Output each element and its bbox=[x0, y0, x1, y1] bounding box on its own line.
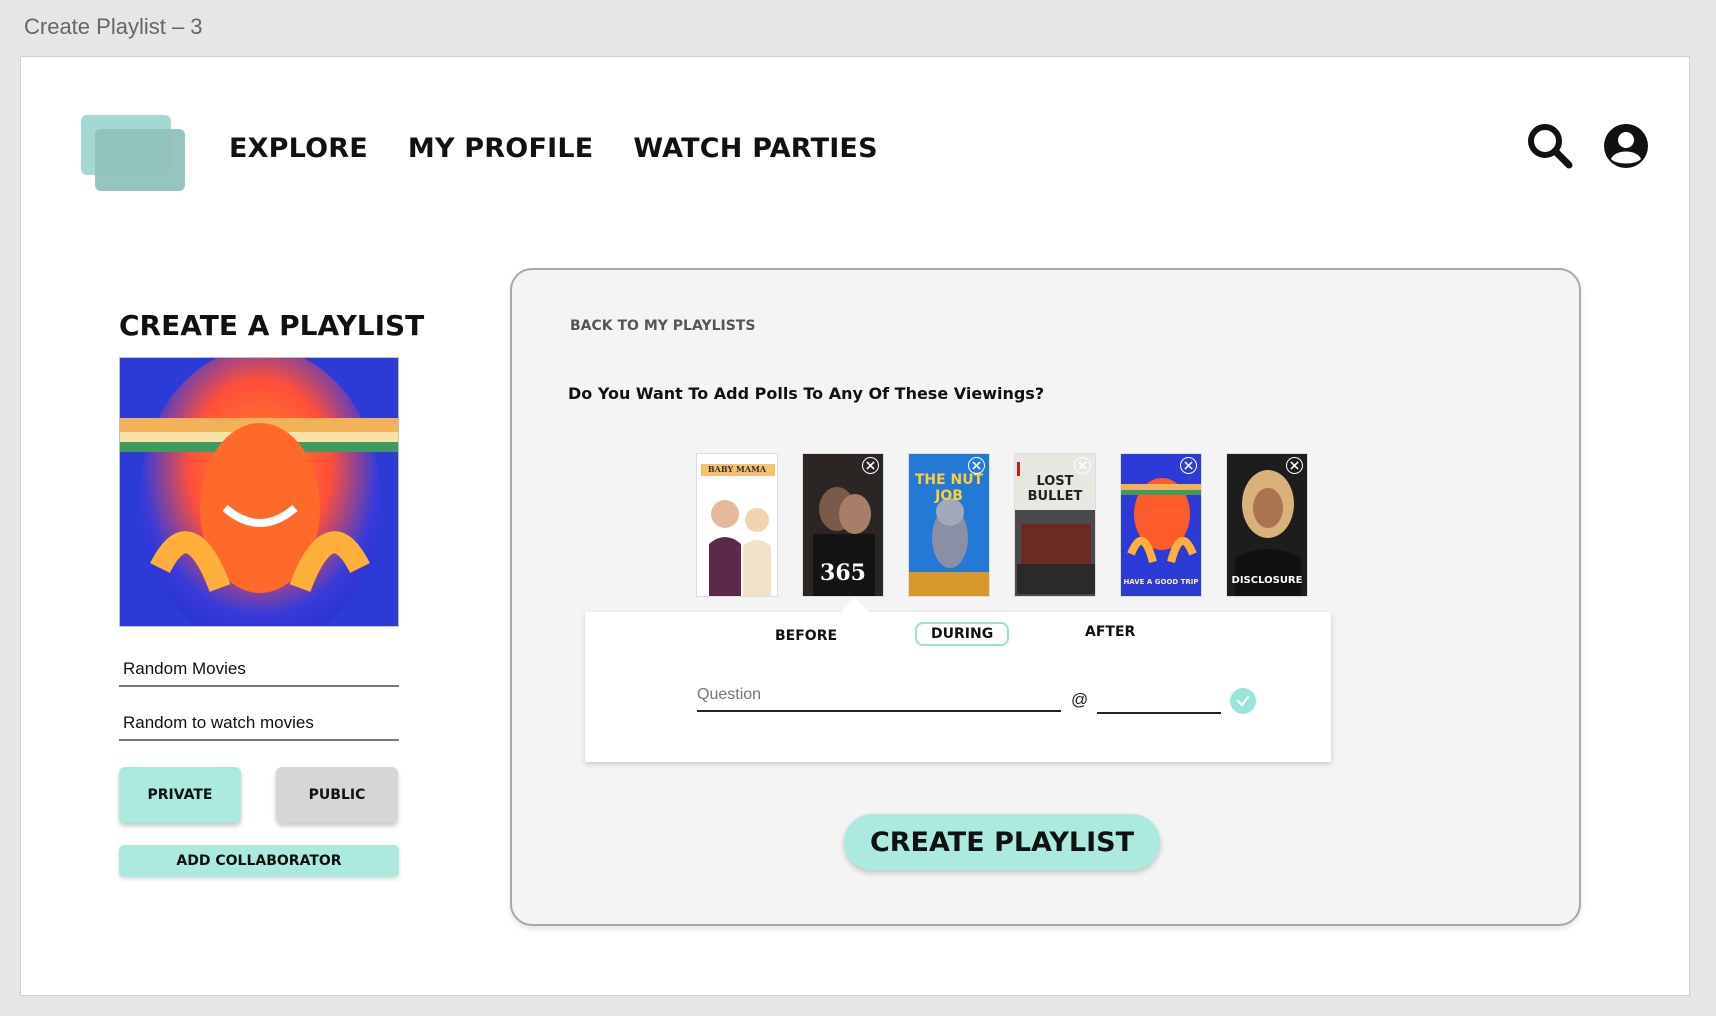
add-collaborator-button[interactable]: ADD COLLABORATOR bbox=[119, 845, 399, 877]
polls-prompt: Do You Want To Add Polls To Any Of These… bbox=[568, 384, 1045, 403]
poll-card: BEFORE DURING AFTER @ bbox=[585, 597, 1331, 762]
playlist-description-field[interactable] bbox=[119, 707, 399, 741]
poll-timestamp-field[interactable] bbox=[1097, 688, 1221, 714]
confirm-check-icon[interactable] bbox=[1230, 688, 1256, 714]
playlist-panel: BACK TO MY PLAYLISTS Do You Want To Add … bbox=[510, 268, 1581, 926]
main-nav: EXPLORE MY PROFILE WATCH PARTIES bbox=[229, 133, 878, 164]
nav-explore[interactable]: EXPLORE bbox=[229, 133, 368, 164]
artboard: EXPLORE MY PROFILE WATCH PARTIES CREATE … bbox=[20, 56, 1690, 996]
public-button[interactable]: PUBLIC bbox=[276, 767, 398, 823]
poll-question-input[interactable] bbox=[697, 686, 1061, 704]
tab-during[interactable]: DURING bbox=[915, 622, 1010, 646]
search-icon[interactable] bbox=[1525, 121, 1575, 171]
poster-365-days[interactable]: 365 bbox=[802, 453, 884, 597]
poster-title: HAVE A GOOD TRIP bbox=[1123, 578, 1199, 586]
account-icon[interactable] bbox=[1601, 121, 1651, 171]
playlist-name-input[interactable] bbox=[119, 653, 399, 685]
frame-title: Create Playlist – 3 bbox=[24, 14, 203, 39]
playlist-name-field[interactable] bbox=[119, 653, 399, 687]
nav-my-profile[interactable]: MY PROFILE bbox=[408, 133, 594, 164]
poll-timestamp-input[interactable] bbox=[1097, 688, 1221, 706]
remove-poster-icon[interactable] bbox=[862, 457, 879, 474]
remove-poster-icon[interactable] bbox=[1286, 457, 1303, 474]
remove-poster-icon[interactable] bbox=[1074, 457, 1091, 474]
poster-disclosure[interactable]: DISCLOSURE bbox=[1226, 453, 1308, 597]
tab-after[interactable]: AFTER bbox=[1071, 622, 1149, 642]
tab-before[interactable]: BEFORE bbox=[761, 626, 851, 646]
nav-watch-parties[interactable]: WATCH PARTIES bbox=[633, 133, 877, 164]
remove-poster-icon[interactable] bbox=[1180, 457, 1197, 474]
poster-title: BABY MAMA bbox=[707, 464, 767, 474]
poll-card-pointer bbox=[840, 597, 870, 627]
at-symbol: @ bbox=[1071, 690, 1089, 709]
playlist-cover-image[interactable] bbox=[119, 357, 399, 627]
poster-baby-mama[interactable]: BABY MAMA bbox=[696, 453, 778, 597]
poster-title: DISCLOSURE bbox=[1231, 575, 1303, 586]
private-button[interactable]: PRIVATE bbox=[119, 767, 241, 823]
playlist-description-input[interactable] bbox=[119, 707, 399, 739]
app-logo[interactable] bbox=[81, 115, 189, 193]
poll-question-field[interactable] bbox=[697, 686, 1061, 712]
back-to-playlists-link[interactable]: BACK TO MY PLAYLISTS bbox=[570, 318, 755, 334]
poster-have-a-good-trip[interactable]: HAVE A GOOD TRIP bbox=[1120, 453, 1202, 597]
poster-the-nut-job[interactable]: THE NUT JOB bbox=[908, 453, 990, 597]
poster-lost-bullet[interactable]: LOST BULLET bbox=[1014, 453, 1096, 597]
remove-poster-icon[interactable] bbox=[968, 457, 985, 474]
page-title: CREATE A PLAYLIST bbox=[119, 309, 425, 342]
poster-title: THE NUT JOB bbox=[914, 472, 984, 504]
create-playlist-button[interactable]: CREATE PLAYLIST bbox=[844, 814, 1160, 870]
poster-title: LOST BULLET bbox=[1027, 474, 1083, 504]
poster-title: 365 bbox=[820, 560, 866, 586]
